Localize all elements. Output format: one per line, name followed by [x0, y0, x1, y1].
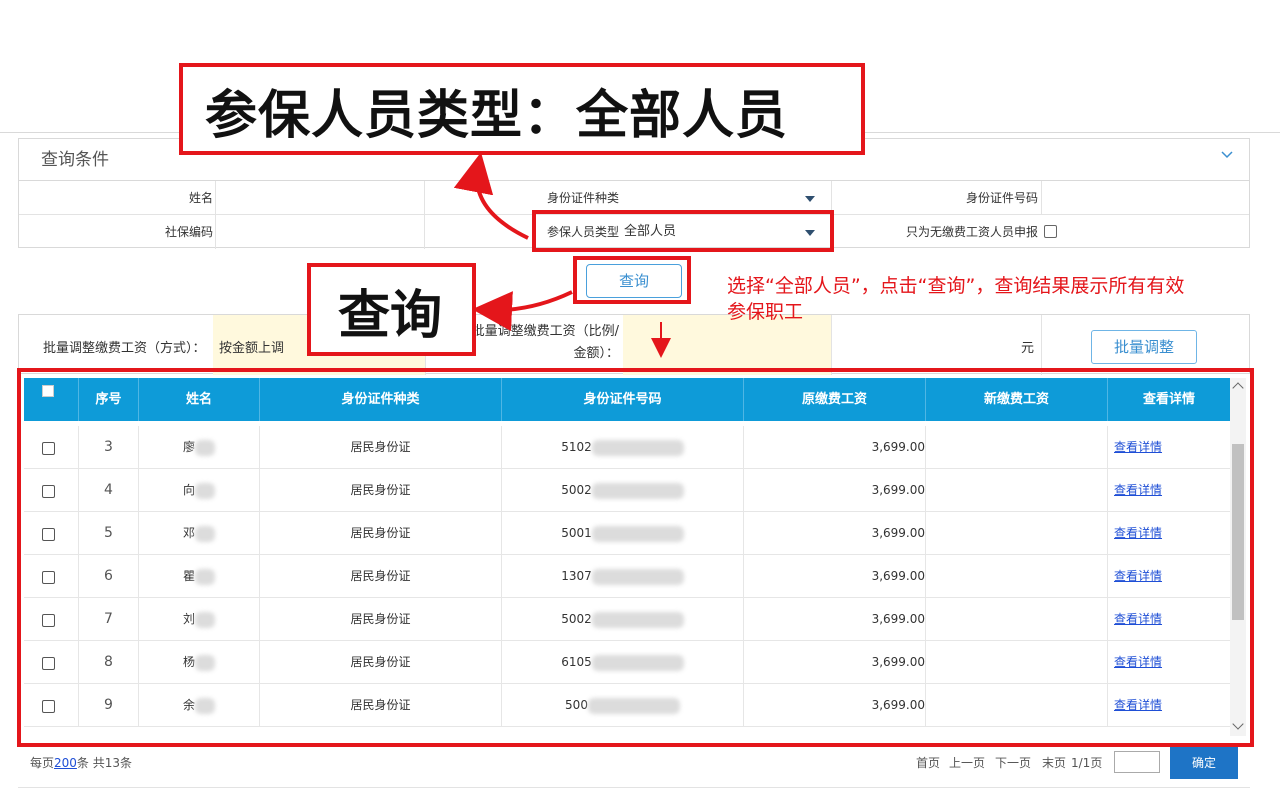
per-page-prefix: 每页	[30, 756, 55, 770]
page-status: 1/1页	[1071, 756, 1103, 770]
no-wage-label: 只为无缴费工资人员申报	[905, 225, 1038, 239]
query-callout-text: 查询	[338, 286, 443, 346]
page-number-input[interactable]	[1114, 751, 1160, 773]
batch-method-label: 批量调整缴费工资（方式）：	[43, 341, 206, 356]
pagination: 每页200条 共13条 首页 上一页 下一页 末页 1/1页 确定	[18, 740, 1250, 788]
social-code-input[interactable]	[216, 215, 424, 249]
insured-type-highlight	[532, 210, 834, 252]
id-number-input[interactable]	[1042, 181, 1247, 215]
name-label: 姓名	[188, 191, 213, 205]
query-conditions-title: 查询条件	[41, 150, 109, 170]
per-page-link[interactable]: 200	[54, 756, 77, 770]
social-code-label: 社保编码	[164, 225, 213, 239]
confirm-button[interactable]: 确定	[1170, 747, 1238, 779]
batch-method-value: 按金额上调	[219, 341, 285, 356]
insured-type-callout-text: 参保人员类型：全部人员	[205, 86, 789, 146]
query-button-highlight	[573, 256, 691, 304]
arrow-to-query-callout	[472, 290, 573, 332]
first-page-link[interactable]: 首页	[916, 754, 940, 771]
no-wage-checkbox[interactable]	[1044, 225, 1057, 238]
chevron-down-icon[interactable]	[1219, 147, 1235, 163]
last-page-link[interactable]: 末页	[1042, 754, 1066, 771]
id-number-label: 身份证件号码	[965, 191, 1038, 205]
pager-summary: 每页200条 共13条	[30, 754, 132, 771]
unit-label: 元	[1021, 341, 1035, 356]
batch-adjust-button[interactable]: 批量调整	[1091, 330, 1197, 364]
annotation-note: 选择“全部人员”，点击“查询”，查询结果展示所有有效参保职工	[727, 275, 1185, 323]
insured-type-callout: 参保人员类型：全部人员	[179, 63, 865, 155]
name-input[interactable]	[216, 181, 424, 215]
query-callout: 查询	[307, 263, 476, 356]
dropdown-arrow-icon	[805, 196, 815, 202]
prev-page-link[interactable]: 上一页	[949, 754, 985, 771]
next-page-link[interactable]: 下一页	[995, 754, 1031, 771]
table-highlight	[17, 368, 1254, 747]
per-page-suffix: 条 共13条	[76, 756, 133, 770]
